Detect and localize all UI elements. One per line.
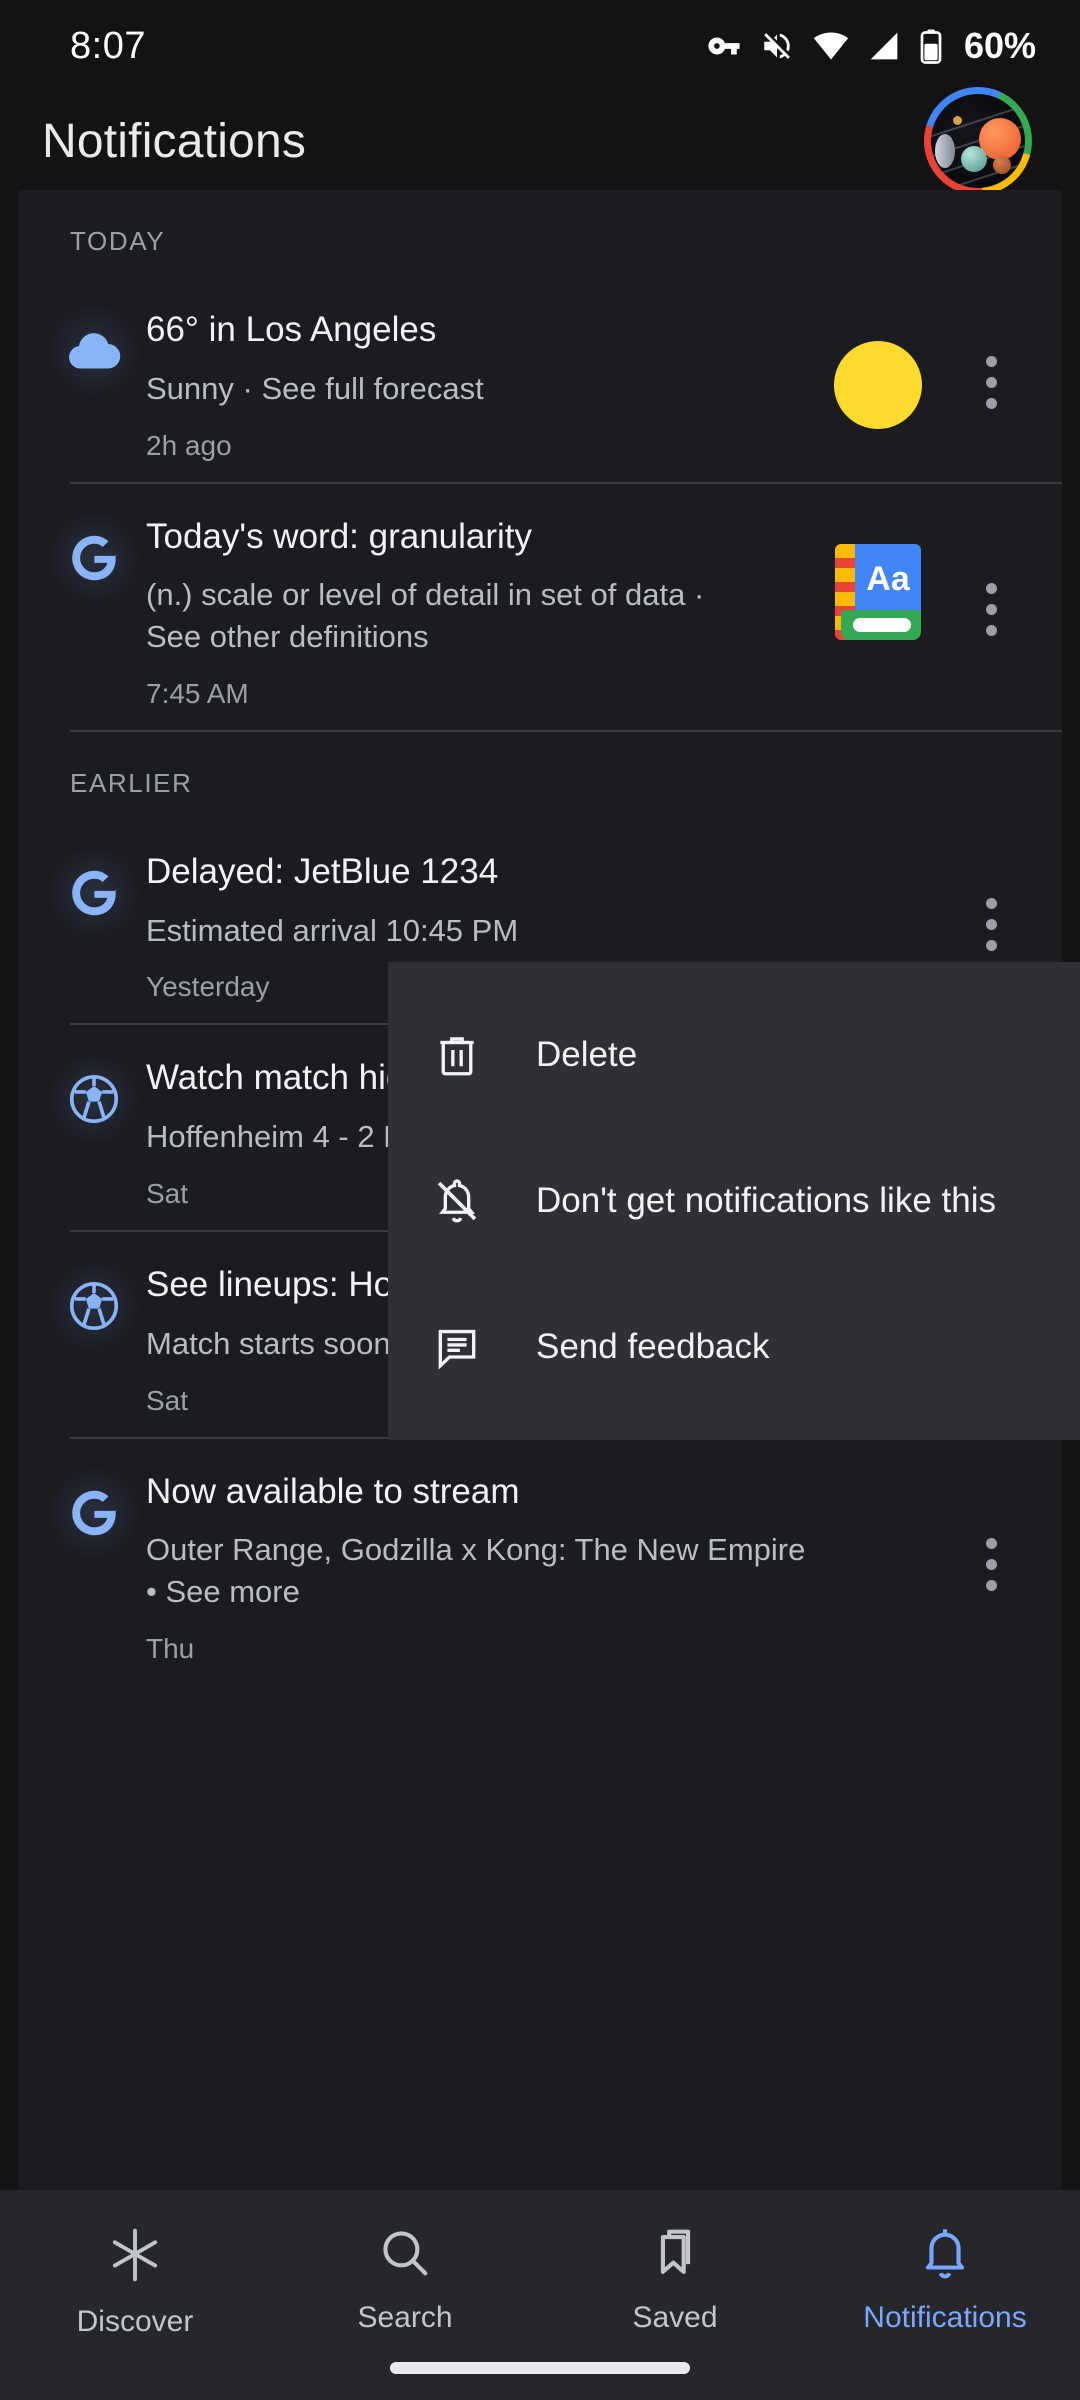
bell-icon [916,2224,974,2287]
nav-item-notifications[interactable]: Notifications [810,2224,1080,2335]
overflow-menu-button[interactable] [960,350,1022,409]
menu-item-label: Don't get notifications like this [536,1181,996,1221]
notification-subtitle: Sunny · See full forecast [146,368,812,410]
notification-title: Today's word: granularity [146,516,812,559]
page-title: Notifications [42,114,306,169]
wifi-icon [813,28,849,64]
send-feedback-icon [430,1322,484,1372]
nav-label: Notifications [863,2301,1026,2335]
nav-label: Discover [77,2305,194,2339]
notification-time: 7:45 AM [146,678,812,710]
avatar[interactable] [924,87,1032,195]
status-clock: 8:07 [70,25,146,68]
bell-off-icon [430,1176,484,1226]
discover-asterisk-icon [104,2224,166,2291]
notification-subtitle: (n.) scale or level of detail in set of … [146,574,746,658]
overflow-menu-button[interactable] [960,577,1022,636]
battery-icon [919,28,943,64]
book-icon: Aa [835,544,921,640]
dot [986,1559,997,1570]
google-g-icon [46,1465,142,1561]
overflow-menu-button[interactable] [960,892,1022,951]
avatar-image [931,94,1025,188]
dot [986,898,997,909]
menu-item-delete[interactable]: Delete [430,982,1080,1128]
dot [986,377,997,388]
menu-item-block-notifications[interactable]: Don't get notifications like this [430,1128,1080,1274]
status-icon-group: 60% [707,25,1036,67]
notification-text: Today's word: granularity (n.) scale or … [142,504,812,710]
row-divider [70,730,1062,732]
sun-thumbnail [826,333,930,437]
soccer-ball-icon [46,1051,142,1147]
notification-row[interactable]: 66° in Los Angeles Sunny · See full fore… [18,277,1062,484]
google-g-icon [46,845,142,941]
dictionary-book-thumbnail: Aa [826,540,930,644]
notification-time: Thu [146,1633,812,1665]
trash-icon [430,1030,484,1080]
cellular-signal-icon [868,30,900,62]
menu-item-label: Send feedback [536,1327,770,1367]
battery-percent-label: 60% [964,25,1036,67]
section-header-earlier: EARLIER [18,732,1062,819]
menu-item-send-feedback[interactable]: Send feedback [430,1274,1080,1420]
dot [986,604,997,615]
soccer-ball-icon [46,1258,142,1354]
dot [986,1580,997,1591]
bookmark-icon [646,2224,704,2287]
status-bar: 8:07 [0,0,1080,92]
phone-screen: 8:07 [0,0,1080,2400]
book-cover-label: Aa [855,544,921,616]
notification-row[interactable]: Now available to stream Outer Range, God… [18,1439,1062,1687]
notification-text: 66° in Los Angeles Sunny · See full fore… [142,297,812,462]
dot [986,940,997,951]
menu-item-label: Delete [536,1035,637,1075]
notification-title: Delayed: JetBlue 1234 [146,851,812,894]
section-header-today: TODAY [18,190,1062,277]
notification-title: Now available to stream [146,1471,812,1514]
vpn-key-icon [707,29,741,63]
nav-item-saved[interactable]: Saved [540,2224,810,2335]
notification-row[interactable]: Today's word: granularity (n.) scale or … [18,484,1062,732]
nav-label: Saved [632,2301,717,2335]
notification-subtitle: Outer Range, Godzilla x Kong: The New Em… [146,1529,812,1613]
dot [986,583,997,594]
nav-item-search[interactable]: Search [270,2224,540,2335]
page-header: Notifications [0,92,1080,190]
notification-title: 66° in Los Angeles [146,309,812,352]
weather-cloud-icon [46,303,142,399]
book-page [853,618,911,632]
bottom-navigation-bar[interactable]: Discover Search Saved [0,2190,1080,2400]
nav-label: Search [357,2301,452,2335]
thumbnail-empty [826,1495,930,1599]
dot [986,625,997,636]
sun-circle [834,341,922,429]
google-g-icon [46,510,142,606]
nav-item-discover[interactable]: Discover [0,2224,270,2339]
notification-subtitle: Estimated arrival 10:45 PM [146,910,812,952]
dot [986,398,997,409]
notification-time: 2h ago [146,430,812,462]
context-menu[interactable]: Delete Don't get notifications like this… [388,962,1080,1440]
dot [986,919,997,930]
notification-text: Now available to stream Outer Range, God… [142,1459,812,1665]
dot [986,1538,997,1549]
search-icon [376,2224,434,2287]
volume-muted-icon [760,29,794,63]
dot [986,356,997,367]
overflow-menu-button[interactable] [960,1532,1022,1591]
home-gesture-indicator[interactable] [390,2362,690,2374]
